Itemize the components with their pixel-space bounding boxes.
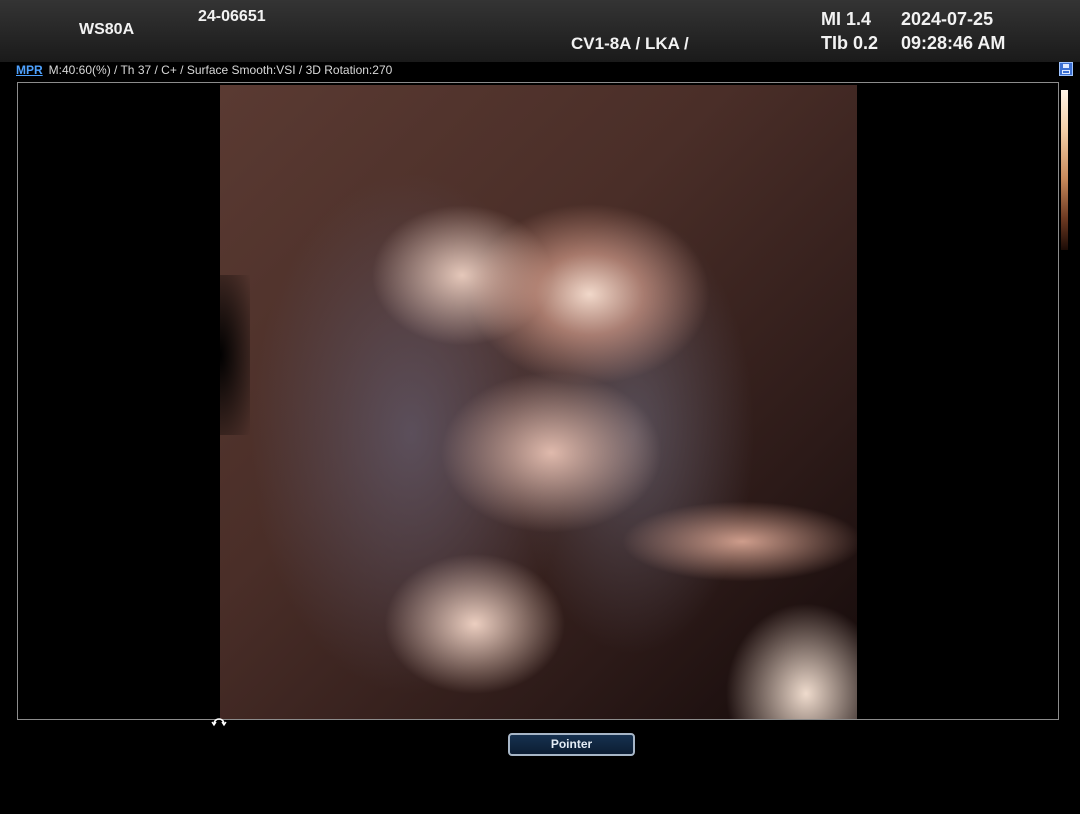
render-shadow bbox=[220, 275, 250, 435]
patient-id: 24-06651 bbox=[198, 8, 266, 25]
exam-time: 09:28:46 AM bbox=[901, 33, 1006, 53]
device-model: WS80A bbox=[79, 21, 135, 38]
render-parameters: MPR M:40:60(%) / Th 37 / C+ / Surface Smo… bbox=[16, 62, 392, 78]
grayscale-color-bar bbox=[1061, 90, 1068, 250]
probe-preset: CV1-8A / LKA / bbox=[571, 34, 689, 53]
mpr-link[interactable]: MPR bbox=[16, 63, 43, 77]
exam-date: 2024-07-25 bbox=[901, 9, 994, 29]
3d-volume-render-image bbox=[220, 85, 857, 719]
save-icon[interactable] bbox=[1059, 62, 1073, 76]
rotate-icon[interactable] bbox=[211, 715, 227, 727]
pointer-button[interactable]: Pointer bbox=[508, 733, 635, 756]
thermal-index: TIb 0.2 bbox=[821, 33, 879, 53]
3d-render-viewport[interactable] bbox=[17, 82, 1059, 720]
render-settings-text: M:40:60(%) / Th 37 / C+ / Surface Smooth… bbox=[48, 63, 393, 77]
mechanical-index: MI 1.4 bbox=[821, 9, 872, 29]
